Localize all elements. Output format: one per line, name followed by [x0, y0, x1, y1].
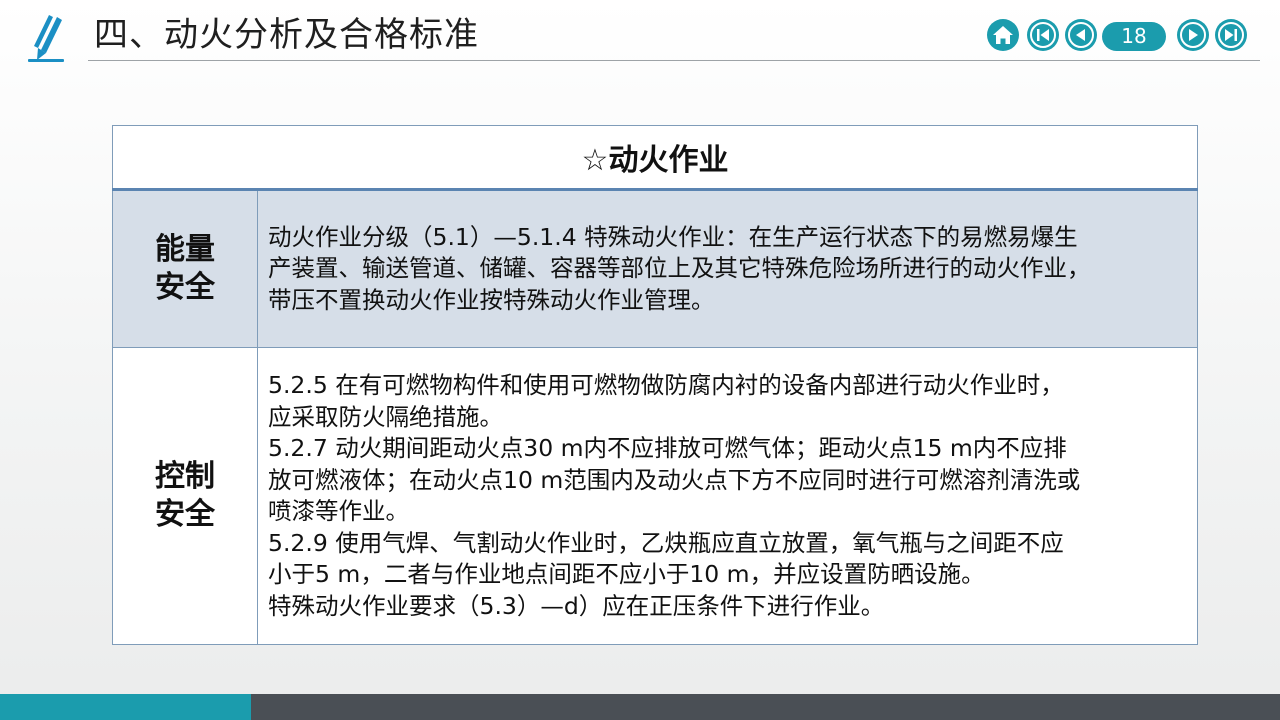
body-text-line: 特殊动火作业要求（5.3）—d）应在正压条件下进行作业。: [268, 591, 885, 620]
next-page-icon: [1180, 22, 1206, 48]
next-page-button[interactable]: [1177, 19, 1209, 51]
body-text-line: 喷漆等作业。: [268, 497, 409, 525]
row-body: 动火作业分级（5.1）—5.1.4 特殊动火作业：在生产运行状态下的易燃易爆生 …: [257, 189, 1198, 348]
body-text-line: 应采取防火隔绝措施。: [268, 402, 503, 431]
content-table: ☆动火作业 能量 安全 动火作业分级（5.1）—5.1.4 特殊动火作业：在生产…: [112, 125, 1198, 645]
last-page-button[interactable]: [1215, 19, 1247, 51]
first-page-button[interactable]: [1027, 19, 1059, 51]
row-label-line: 能量: [155, 232, 215, 267]
header-divider: [88, 60, 1260, 61]
table-title: ☆动火作业: [112, 125, 1198, 191]
row-label-line: 安全: [155, 497, 215, 532]
footer-bar: [251, 694, 1280, 720]
body-text-line: 5.2.7 动火期间距动火点30 m内不应排放可燃气体；距动火点15 m内不应排: [268, 434, 1067, 462]
body-text-line: 5.2.5 在有可燃物构件和使用可燃物做防腐内衬的设备内部进行动火作业时，: [268, 371, 1064, 399]
table-row-control-safety: 控制 安全 5.2.5 在有可燃物构件和使用可燃物做防腐内衬的设备内部进行动火作…: [112, 347, 1198, 645]
body-text-line: 动火作业分级（5.1）—5.1.4 特殊动火作业：在生产运行状态下的易燃易爆生: [268, 222, 1078, 251]
home-icon: [993, 26, 1013, 44]
body-text-line: 带压不置换动火作业按特殊动火作业管理。: [268, 285, 715, 314]
previous-page-button[interactable]: [1065, 19, 1097, 51]
home-button[interactable]: [987, 19, 1019, 51]
first-page-icon: [1030, 22, 1056, 48]
table-row-energy-safety: 能量 安全 动火作业分级（5.1）—5.1.4 特殊动火作业：在生产运行状态下的…: [112, 189, 1198, 348]
body-text-line: 产装置、输送管道、储罐、容器等部位上及其它特殊危险场所进行的动火作业，: [268, 254, 1091, 283]
last-page-icon: [1218, 22, 1244, 48]
row-body: 5.2.5 在有可燃物构件和使用可燃物做防腐内衬的设备内部进行动火作业时， 应采…: [257, 347, 1198, 645]
body-text-line: 小于5 m，二者与作业地点间距不应小于10 m，并应设置防晒设施。: [268, 560, 985, 588]
body-text-line: 5.2.9 使用气焊、气割动火作业时，乙炔瓶应直立放置，氧气瓶与之间距不应: [268, 528, 1064, 557]
page-number: 18: [1102, 22, 1166, 51]
footer-accent-bar: [0, 694, 251, 720]
body-text-line: 放可燃液体；在动火点10 m范围内及动火点下方不应同时进行可燃溶剂清洗或: [268, 465, 1081, 494]
row-label-line: 安全: [155, 270, 215, 305]
row-label: 能量 安全: [112, 189, 258, 348]
slide-title: 四、动火分析及合格标准: [94, 15, 479, 55]
row-label-line: 控制: [155, 459, 215, 494]
row-label: 控制 安全: [112, 347, 258, 645]
previous-page-icon: [1068, 22, 1094, 48]
pencil-logo-icon: [28, 15, 64, 62]
